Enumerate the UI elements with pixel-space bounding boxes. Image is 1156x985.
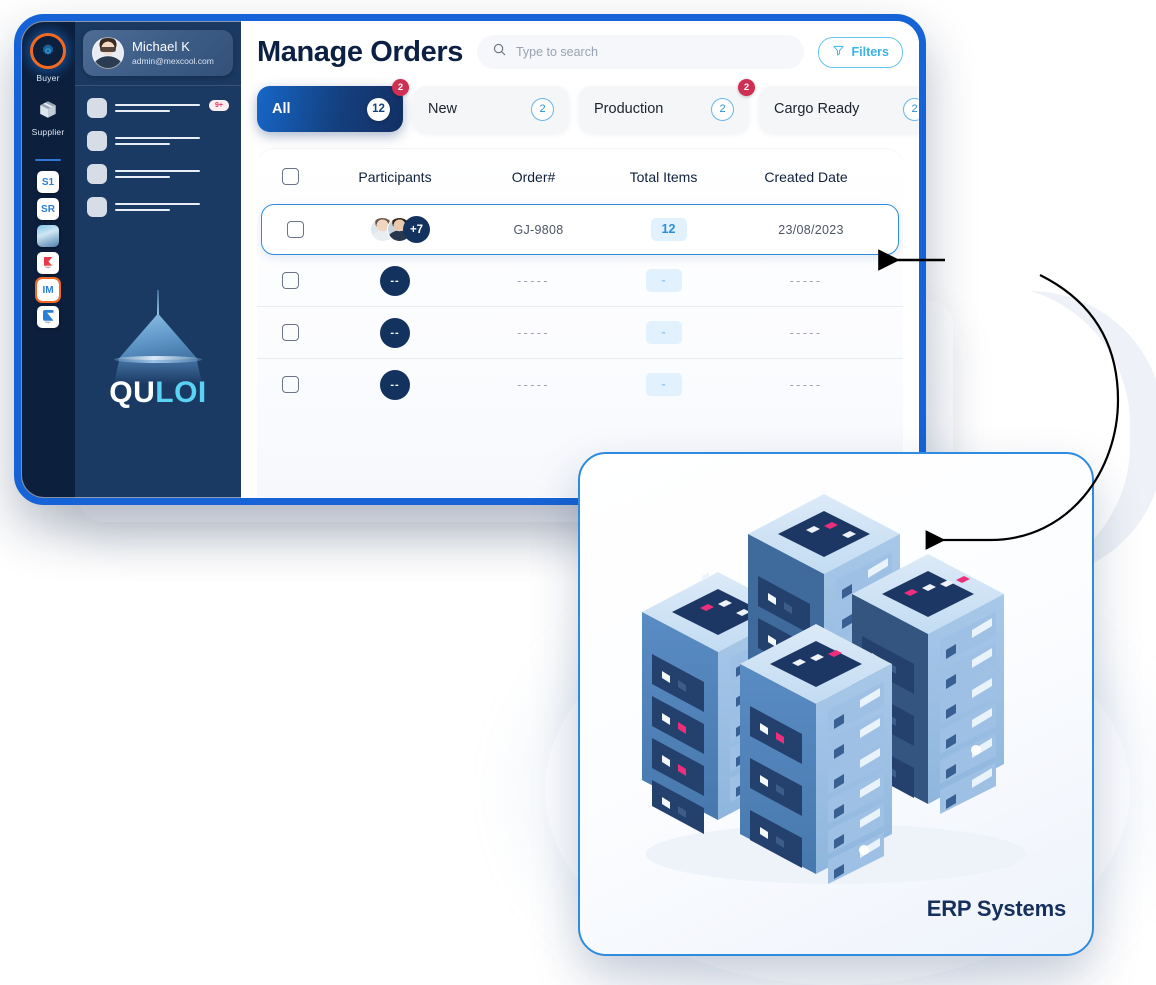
profile-email: admin@mexcool.com — [132, 55, 214, 66]
box-icon — [35, 97, 61, 123]
row-checkbox[interactable] — [281, 324, 299, 341]
participants-overflow-count: +7 — [403, 216, 430, 243]
column-header-order[interactable]: Order# — [471, 169, 596, 185]
cell-total-items: 12 — [650, 217, 687, 242]
cell-order-number: ----- — [517, 325, 550, 340]
tab-production[interactable]: Production 2 2 — [579, 79, 755, 132]
rail-mode-label-supplier: Supplier — [31, 127, 65, 137]
cell-created-date: ----- — [789, 377, 823, 392]
tab-production-label: Production — [594, 101, 664, 117]
rail-app-list: S1 SR logo IM logo — [35, 171, 61, 328]
list-item-thumb — [87, 164, 107, 184]
table-row[interactable]: -- ----- - ----- — [257, 255, 903, 307]
rail-app-photo-icon[interactable] — [37, 225, 59, 247]
page-title: Manage Orders — [257, 35, 463, 68]
brand-logo: QULOI — [75, 217, 241, 498]
toolbar: Manage Orders Type to search Filters — [257, 35, 903, 69]
nav-item-list: 9+ — [75, 86, 241, 217]
tab-new[interactable]: New 2 — [413, 86, 569, 132]
cell-created-date: ----- — [789, 325, 823, 340]
column-header-total-items[interactable]: Total Items — [596, 169, 731, 185]
tab-new-count: 2 — [531, 97, 554, 121]
icon-rail: Buyer Supplier S1 SR logo IM logo — [21, 21, 75, 498]
rail-app-sr[interactable]: SR — [37, 198, 59, 220]
participants-placeholder: -- — [380, 317, 410, 348]
rail-divider — [35, 159, 61, 161]
profile-card[interactable]: Michael K admin@mexcool.com — [83, 30, 233, 76]
gear-icon — [30, 33, 66, 69]
table-row[interactable]: +7 GJ-9808 12 23/08/2023 — [261, 204, 899, 255]
cell-created-date: ----- — [789, 273, 823, 288]
list-item[interactable] — [87, 164, 229, 184]
screenshot-stage: Buyer Supplier S1 SR logo IM logo Michae… — [0, 0, 1156, 985]
tab-all[interactable]: All 12 2 — [257, 79, 409, 132]
list-item-thumb — [87, 131, 107, 151]
search-placeholder: Type to search — [515, 45, 598, 59]
rail-app-s1[interactable]: S1 — [37, 171, 59, 193]
main-content: Manage Orders Type to search Filters All… — [241, 21, 919, 498]
cell-order-number: GJ-9808 — [513, 222, 564, 237]
erp-systems-label: ERP Systems — [926, 896, 1066, 921]
nav-panel: Michael K admin@mexcool.com 9+ QULOI — [75, 21, 241, 498]
rail-app-red-logo-icon[interactable]: logo — [37, 252, 59, 274]
select-all-checkbox[interactable] — [281, 168, 299, 185]
tab-all-count: 12 — [367, 97, 390, 121]
cell-order-number: ----- — [517, 377, 550, 392]
tab-cargo-ready[interactable]: Cargo Ready 2 — [759, 86, 919, 132]
erp-systems-card: ERP Systems — [578, 452, 1094, 956]
list-item[interactable] — [87, 131, 229, 151]
participants-avatars[interactable]: +7 — [370, 216, 430, 243]
list-item-thumb — [87, 197, 107, 217]
rail-app-im[interactable]: IM — [35, 277, 61, 303]
filters-label: Filters — [851, 45, 889, 59]
status-tabs: All 12 2 New 2 Production 2 2 Cargo Read… — [257, 79, 919, 132]
tab-production-alert-badge: 2 — [738, 79, 755, 96]
cell-created-date: 23/08/2023 — [778, 222, 844, 237]
search-input[interactable]: Type to search — [476, 35, 805, 69]
table-row[interactable]: -- ----- - ----- — [257, 307, 903, 359]
profile-name: Michael K — [132, 38, 190, 54]
list-item-thumb — [87, 98, 107, 118]
column-header-participants[interactable]: Participants — [319, 169, 471, 185]
column-header-created-date[interactable]: Created Date — [731, 169, 881, 185]
table-row[interactable]: -- ----- - ----- — [257, 359, 903, 410]
tab-new-label: New — [428, 101, 458, 117]
rail-app-blue-logo-icon[interactable]: logo — [37, 306, 59, 328]
funnel-icon — [106, 289, 210, 384]
rail-mode-supplier[interactable]: Supplier — [32, 97, 65, 137]
tab-all-label: All — [272, 101, 291, 117]
cell-total-items: - — [645, 268, 682, 293]
rail-app-im-label: IM — [42, 284, 54, 296]
tab-production-count: 2 — [711, 97, 734, 121]
row-checkbox[interactable] — [281, 272, 299, 289]
app-window: Buyer Supplier S1 SR logo IM logo Michae… — [14, 14, 926, 505]
participants-placeholder: -- — [380, 369, 410, 400]
cell-total-items: - — [645, 320, 682, 345]
tab-cargo-ready-label: Cargo Ready — [774, 101, 860, 117]
cell-order-number: ----- — [517, 273, 550, 288]
filter-icon — [832, 44, 845, 60]
participants-placeholder: -- — [380, 265, 410, 296]
tab-cargo-ready-count: 2 — [903, 97, 919, 121]
row-checkbox[interactable] — [286, 221, 304, 238]
search-icon — [492, 42, 507, 62]
list-item[interactable] — [87, 197, 229, 217]
avatar — [92, 37, 124, 69]
server-racks-icon — [642, 494, 1026, 884]
rail-mode-buyer[interactable]: Buyer — [30, 33, 66, 83]
list-item[interactable]: 9+ — [87, 98, 229, 118]
table-header: Participants Order# Total Items Created … — [257, 149, 903, 204]
rail-app-sr-label: SR — [41, 203, 55, 215]
row-checkbox[interactable] — [281, 376, 299, 393]
tab-all-alert-badge: 2 — [392, 79, 409, 96]
orders-table: Participants Order# Total Items Created … — [257, 149, 903, 498]
filters-button[interactable]: Filters — [818, 36, 903, 68]
rail-mode-label-buyer: Buyer — [36, 73, 60, 83]
list-item-badge: 9+ — [209, 100, 229, 111]
cell-total-items: - — [645, 372, 682, 397]
rail-app-s1-label: S1 — [41, 176, 55, 188]
